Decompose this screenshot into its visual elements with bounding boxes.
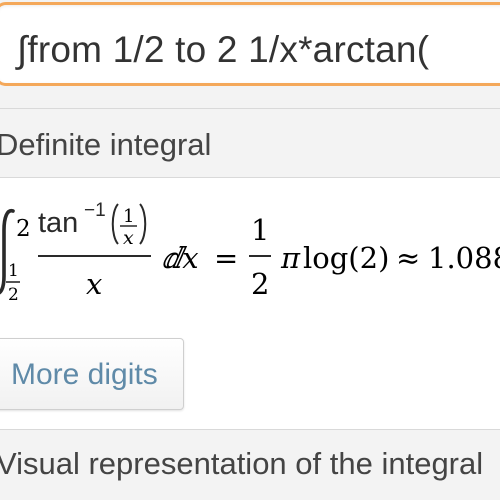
pod-header-visual-representation: Visual representation of the integral	[0, 430, 500, 500]
equals-sign: =	[214, 241, 238, 275]
query-text[interactable]: ∫from 1/2 to 2 1/x*arctan(	[17, 29, 429, 71]
upper-limit: 2	[16, 216, 31, 242]
approx-sign: ≈	[396, 241, 420, 275]
coefficient-numerator: 1	[251, 213, 269, 247]
right-paren	[139, 203, 147, 245]
function-exponent: −1	[84, 200, 106, 221]
search-band: ∫from 1/2 to 2 1/x*arctan(	[0, 0, 500, 108]
more-digits-button[interactable]: More digits	[0, 338, 184, 410]
wolfram-result-page: ∫from 1/2 to 2 1/x*arctan( Definite inte…	[0, 0, 500, 500]
integral-result: 2 1 2 tan −1 1 x x ⅆx = 1 2 π log(2) ≈ 1…	[0, 178, 500, 318]
pod-title: Definite integral	[0, 127, 212, 162]
differential: ⅆx	[162, 241, 199, 275]
function-name: tan	[38, 207, 78, 239]
pod-title: Visual representation of the integral	[0, 446, 484, 481]
decimal-value: 1.088	[428, 241, 500, 275]
integral-formula: 2 1 2 tan −1 1 x x ⅆx = 1 2 π log(2) ≈ 1…	[0, 200, 500, 305]
integrand-denominator: x	[86, 267, 102, 301]
argument-denominator: x	[123, 227, 134, 249]
pi-symbol: π	[280, 241, 301, 275]
coefficient-denominator: 2	[251, 267, 269, 301]
lower-limit-numerator: 1	[8, 261, 19, 281]
pod-header-definite-integral: Definite integral	[0, 109, 500, 177]
argument-numerator: 1	[123, 206, 134, 227]
log-expression: log(2)	[303, 241, 389, 275]
query-input[interactable]: ∫from 1/2 to 2 1/x*arctan(	[0, 2, 500, 86]
more-digits-label: More digits	[11, 358, 158, 391]
left-paren	[111, 203, 119, 245]
lower-limit-denominator: 2	[8, 285, 19, 305]
